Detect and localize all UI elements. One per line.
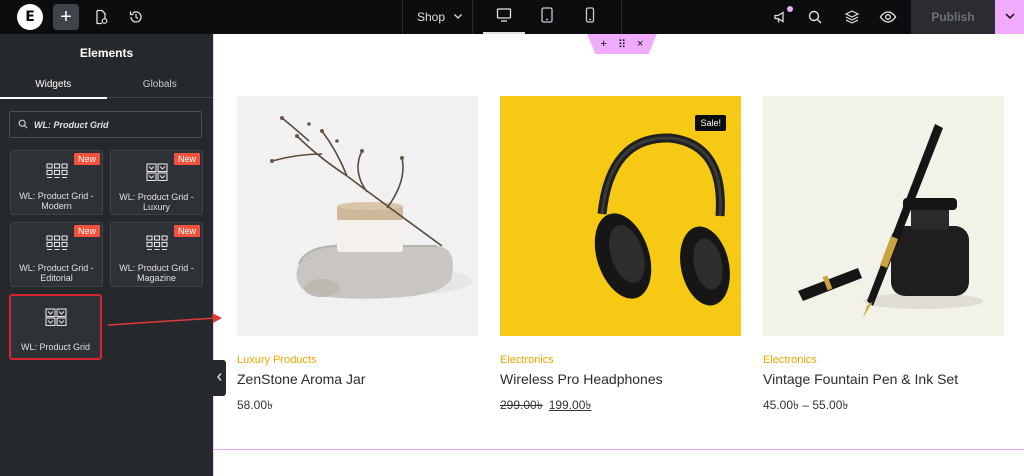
grid-widget-icon [45, 235, 68, 257]
product-category[interactable]: Luxury Products [237, 354, 478, 366]
page-settings-icon[interactable] [91, 7, 111, 27]
delete-section-button[interactable]: × [637, 38, 643, 50]
widget-search-input[interactable] [34, 119, 194, 130]
tab-widgets[interactable]: Widgets [0, 71, 107, 99]
product-image[interactable] [763, 96, 1004, 336]
widget-product-grid[interactable]: WL: Product Grid [9, 294, 102, 360]
mobile-icon [584, 6, 596, 28]
product-image[interactable] [237, 96, 478, 336]
new-badge: New [73, 225, 100, 237]
collapse-panel-button[interactable] [213, 360, 226, 396]
product-price: 45.00৳ – 55.00৳ [763, 397, 1004, 417]
search-icon[interactable] [805, 7, 825, 27]
announcement-icon[interactable] [771, 6, 793, 27]
widget-label: WL: Product Grid [20, 342, 91, 352]
price-range: 45.00৳ – 55.00৳ [763, 398, 849, 412]
chevron-left-icon [216, 369, 223, 387]
section-handle: + ⠿ × [587, 34, 657, 54]
product-card[interactable]: Sale! Electronics Wireless Pro Headphone… [500, 96, 741, 417]
sale-badge: Sale! [695, 115, 726, 131]
elementor-logo-icon[interactable]: E [17, 4, 43, 30]
product-price: 58.00৳ [237, 397, 478, 417]
tablet-view-button[interactable] [526, 0, 568, 34]
product-name[interactable]: Vintage Fountain Pen & Ink Set [763, 371, 1004, 387]
page-name: Shop [417, 10, 446, 24]
chevron-down-icon [453, 10, 463, 24]
new-badge: New [173, 153, 200, 165]
eye-icon[interactable] [878, 7, 898, 27]
desktop-view-button[interactable] [483, 0, 525, 34]
search-icon [18, 116, 28, 134]
desktop-icon [496, 7, 512, 27]
product-grid-icon [145, 163, 168, 186]
widget-product-grid-modern[interactable]: New WL: Product Grid - Modern [10, 150, 103, 215]
price: 58.00৳ [237, 398, 274, 412]
product-card[interactable]: Luxury Products ZenStone Aroma Jar 58.00… [237, 96, 478, 417]
widget-label: WL: Product Grid - Magazine [119, 263, 194, 283]
widget-product-grid-editorial[interactable]: New WL: Product Grid - Editorial [10, 222, 103, 287]
widget-label: WL: Product Grid - Luxury [119, 192, 194, 212]
widget-product-grid-luxury[interactable]: New WL: Product Grid - Luxury [110, 150, 203, 215]
page-selector[interactable]: Shop [404, 0, 472, 34]
new-badge: New [173, 225, 200, 237]
tablet-icon [540, 6, 554, 28]
widget-search [9, 111, 202, 138]
widget-label: WL: Product Grid - Modern [19, 191, 94, 211]
tab-globals[interactable]: Globals [107, 71, 214, 98]
layers-icon[interactable] [842, 7, 862, 27]
widget-product-grid-magazine[interactable]: New WL: Product Grid - Magazine [110, 222, 203, 287]
publish-button[interactable]: Publish [911, 0, 995, 34]
product-name[interactable]: ZenStone Aroma Jar [237, 371, 478, 387]
product-image[interactable]: Sale! [500, 96, 741, 336]
widget-label: WL: Product Grid - Editorial [19, 263, 94, 283]
drag-handle-icon[interactable]: ⠿ [618, 38, 626, 51]
product-grid-icon [44, 308, 67, 331]
product-name[interactable]: Wireless Pro Headphones [500, 371, 741, 387]
canvas-border [213, 34, 214, 476]
elements-panel: Elements Widgets Globals New WL: Product… [0, 34, 213, 476]
section-border [213, 449, 1024, 450]
product-category[interactable]: Electronics [500, 354, 741, 366]
regular-price: 299.00৳ [500, 398, 543, 412]
product-category[interactable]: Electronics [763, 354, 1004, 366]
notification-dot [787, 6, 793, 12]
product-price: 299.00৳ 199.00৳ [500, 397, 741, 417]
add-section-button[interactable]: + [601, 38, 607, 50]
grid-widget-icon [45, 163, 68, 185]
new-badge: New [73, 153, 100, 165]
panel-title: Elements [79, 45, 134, 60]
mobile-view-button[interactable] [569, 0, 611, 34]
sale-price: 199.00৳ [548, 398, 592, 412]
add-element-button[interactable]: + [53, 4, 79, 30]
product-card[interactable]: Electronics Vintage Fountain Pen & Ink S… [763, 96, 1004, 417]
editor-topbar: E + Shop Publish [0, 0, 1024, 34]
panel-tabs: Widgets Globals [0, 71, 214, 99]
grid-widget-icon [145, 235, 168, 257]
history-icon[interactable] [126, 7, 146, 27]
publish-options-button[interactable] [995, 0, 1024, 34]
chevron-down-icon [1004, 8, 1016, 26]
